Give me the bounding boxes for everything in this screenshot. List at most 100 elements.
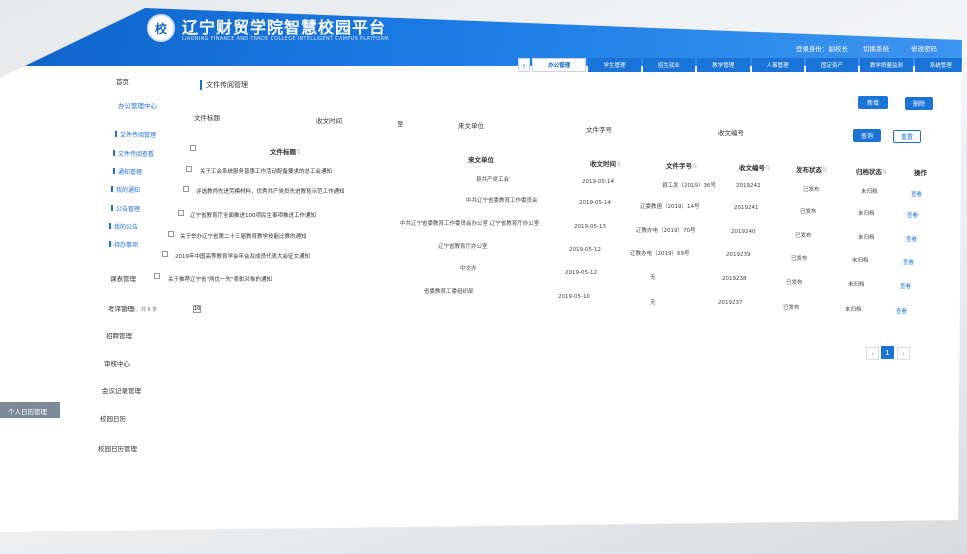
row-archive: 未归档: [858, 211, 875, 217]
nav-left-arrow-icon[interactable]: ‹: [518, 58, 530, 72]
tab-assets[interactable]: 固定资产: [805, 58, 859, 72]
delete-button[interactable]: 删除: [905, 97, 933, 110]
power-icon[interactable]: ⏻: [950, 19, 959, 33]
row-checkbox[interactable]: [162, 251, 168, 257]
sidebar-item-schedule[interactable]: 课表管理: [110, 273, 136, 283]
row-archive: 未归档: [858, 235, 875, 241]
query-button[interactable]: 查询: [853, 129, 881, 142]
tab-quality[interactable]: 教学质量监测: [860, 58, 913, 72]
row-docno: 县工发〔2019〕36号: [662, 183, 716, 189]
col-docno: 文件字号⇅: [666, 162, 698, 170]
app-window: 校 辽宁财贸学院智慧校园平台 LIAONING FINANCE AND TRAD…: [0, 8, 962, 532]
sidebar-item-file-manage[interactable]: 文件传阅管理: [114, 130, 156, 139]
sidebar-item-my-notice[interactable]: 我的通知: [110, 185, 140, 194]
row-title[interactable]: 评选教师先进劳模材料，优秀共产党员先进教育示范工作通知: [196, 187, 345, 195]
pager-prev-icon[interactable]: ‹: [866, 347, 879, 360]
sidebar-item-home[interactable]: 首页: [116, 76, 129, 86]
top-header: 校 辽宁财贸学院智慧校园平台 LIAONING FINANCE AND TRAD…: [0, 8, 962, 66]
sidebar-item-file-view[interactable]: 文件传阅查看: [112, 149, 154, 158]
sidebar-item-audit[interactable]: 审核中心: [104, 358, 130, 368]
switch-system-button[interactable]: 切换系统: [856, 40, 896, 56]
col-unit: 来文单位: [468, 156, 494, 164]
row-publish: 已发布: [795, 233, 812, 239]
pager-current[interactable]: 1: [881, 346, 894, 359]
row-date: 2019-05-14: [582, 179, 614, 185]
sidebar-item-calendar-manage[interactable]: 校园日历管理: [98, 443, 137, 453]
row-view-link[interactable]: 查看: [903, 258, 914, 266]
row-publish: 已发布: [786, 280, 803, 286]
col-recvno: 收文编号⇅: [739, 164, 771, 172]
app-title: 辽宁财贸学院智慧校园平台: [182, 18, 387, 37]
row-checkbox[interactable]: [186, 166, 192, 172]
col-action: 操作: [914, 169, 927, 177]
row-view-link[interactable]: 查看: [911, 190, 922, 198]
sidebar-item-todo[interactable]: 待办事项: [108, 240, 138, 249]
page-size-select[interactable]: 10: [193, 305, 201, 313]
pager-info: 1 - 6 条，共 6 条: [118, 307, 158, 313]
col-publish: 发布状态⇅: [796, 166, 828, 174]
row-archive: 未归档: [845, 307, 862, 313]
row-view-link[interactable]: 查看: [900, 282, 911, 290]
row-docno: 辽教办电〔2019〕70号: [636, 228, 696, 234]
tab-student[interactable]: 学生管理: [588, 58, 641, 72]
row-recvno: 2019242: [736, 183, 761, 189]
row-docno: 无: [650, 300, 656, 306]
tab-office[interactable]: 办公管理: [532, 58, 587, 72]
row-view-link[interactable]: 查看: [907, 211, 918, 219]
tab-hr[interactable]: 人事管理: [751, 58, 804, 72]
row-checkbox[interactable]: [183, 186, 189, 192]
row-title[interactable]: 辽宁省教育厅全面推进100项民生事项推进工作通知: [190, 211, 316, 219]
row-title[interactable]: 2019年中国高等教育学会年会及成员代表大会征文通知: [175, 252, 310, 260]
tab-system[interactable]: 系统管理: [914, 58, 962, 72]
sidebar-item-calendar[interactable]: 校园日历: [100, 413, 126, 423]
filter-title-label: 文件标题: [194, 114, 220, 122]
sidebar-item-meeting[interactable]: 会议记录管理: [102, 385, 141, 395]
sidebar-item-office-center[interactable]: 办公管理中心: [118, 100, 157, 110]
row-recvno: 2019239: [726, 252, 751, 258]
row-view-link[interactable]: 查看: [906, 235, 917, 243]
sidebar-item-announce-manage[interactable]: 公告管理: [110, 204, 140, 213]
app-subtitle: LIAONING FINANCE AND TRADE COLLEGE INTEL…: [182, 36, 389, 42]
school-logo-icon: 校: [147, 14, 175, 42]
sidebar-item-my-announce[interactable]: 我的公告: [108, 222, 138, 231]
row-recvno: 2019240: [731, 229, 756, 235]
filter-to-label: 至: [397, 120, 404, 128]
row-archive: 未归档: [852, 258, 869, 264]
sidebar-item-notice-manage[interactable]: 通知管理: [112, 167, 142, 176]
tab-enrollment[interactable]: 招生就业: [642, 58, 696, 72]
filter-docno-label: 文件字号: [586, 126, 612, 134]
col-archive: 归档状态⇅: [856, 168, 888, 176]
row-unit: 省委教育工委组织部: [424, 289, 474, 295]
row-date: 2019-05-12: [569, 247, 601, 253]
user-actions: 登录身份：副校长 切换系统 修改密码: [796, 40, 944, 56]
pager-next-icon[interactable]: ›: [897, 347, 910, 360]
row-title[interactable]: 关于工会系统服务普惠工作活动配备要求的总工会通知: [200, 167, 332, 175]
row-view-link[interactable]: 查看: [896, 307, 907, 315]
col-date: 收文时间⇅: [590, 160, 622, 168]
row-checkbox[interactable]: [178, 210, 184, 216]
sidebar-item-recruit[interactable]: 招聘管理: [106, 330, 132, 340]
filter-recvno-label: 收文编号: [718, 129, 744, 137]
sidebar-item-personal-calendar[interactable]: 个人日历管理: [0, 402, 60, 418]
row-publish: 已发布: [783, 305, 800, 311]
change-password-button[interactable]: 修改密码: [904, 40, 944, 56]
row-unit: 中共辽宁省委教育工作委员会: [466, 198, 538, 204]
select-all-checkbox[interactable]: [190, 145, 196, 151]
row-docno: 辽委教函〔2019〕14号: [640, 204, 700, 210]
row-title[interactable]: 关于推荐辽宁省"两优一先"表彰对象的通知: [168, 275, 272, 283]
row-checkbox[interactable]: [154, 273, 160, 279]
add-button[interactable]: 新增: [858, 96, 888, 109]
tab-teaching[interactable]: 教学管理: [697, 58, 750, 72]
row-publish: 已发布: [803, 187, 820, 193]
row-title[interactable]: 关于举办辽宁省第二十三届教育教学技能比赛的通知: [180, 232, 307, 240]
row-recvno: 2019238: [722, 276, 747, 282]
row-unit: 县共产党工会: [476, 177, 510, 183]
reset-button[interactable]: 重置: [893, 130, 921, 143]
col-title: 文件标题⇅: [270, 148, 302, 156]
row-date: 2019-05-10: [558, 294, 590, 300]
row-checkbox[interactable]: [168, 231, 174, 237]
row-docno: 无: [650, 275, 656, 281]
row-publish: 已发布: [791, 256, 808, 262]
sidebar: 首页 办公管理中心 文件传阅管理 文件传阅查看 通知管理 我的通知 公告管理 我…: [0, 70, 157, 532]
row-date: 2019-05-14: [579, 200, 611, 206]
